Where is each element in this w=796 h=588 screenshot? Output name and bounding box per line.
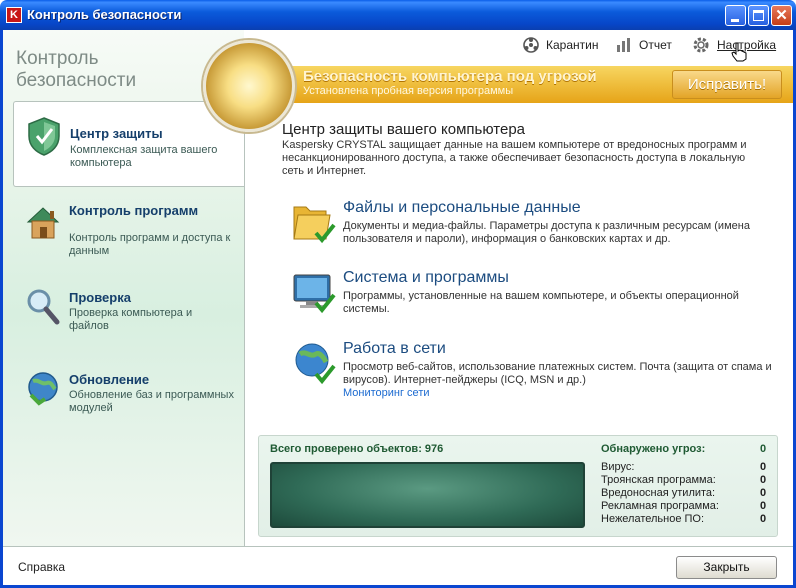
nav-desc: Комплексная защита вашего компьютера [70, 144, 218, 169]
section-title[interactable]: Система и программы [343, 269, 509, 287]
globe-check-icon [295, 343, 336, 385]
nav-title: Проверка [69, 290, 131, 305]
content-title: Центр защиты вашего компьютера [282, 121, 526, 138]
threats-title: Обнаружено угроз: [601, 443, 706, 455]
minimize-button[interactable] [725, 5, 746, 26]
close-icon: ✕ [775, 7, 788, 24]
gear-icon [693, 37, 709, 53]
help-link[interactable]: Справка [18, 560, 65, 574]
magnifier-icon [27, 289, 60, 325]
nav-desc: Проверка компьютера и файлов [69, 307, 193, 332]
scan-activity-display [270, 462, 585, 528]
nav-title: Контроль программ [69, 203, 199, 218]
section-title[interactable]: Работа в сети [343, 340, 446, 358]
fix-button[interactable]: Исправить! [672, 70, 782, 99]
threat-label: Вирус: [601, 461, 635, 473]
banner-subtitle: Установлена пробная версия программы [303, 85, 514, 97]
threat-value: 0 [760, 474, 767, 486]
title-bar[interactable]: K Контроль безопасности ✕ [0, 0, 796, 30]
window-title: Контроль безопасности [27, 7, 182, 22]
maximize-icon [753, 10, 764, 21]
panel-divider [244, 104, 245, 547]
monitor-check-icon [293, 274, 336, 314]
globe-update-icon [28, 372, 58, 406]
section-desc: Документы и медиа-файлы. Параметры досту… [343, 220, 750, 245]
threat-label: Троянская программа: [601, 474, 716, 486]
house-icon [26, 207, 60, 239]
network-monitor-link[interactable]: Мониторинг сети [343, 387, 430, 399]
biohazard-icon [523, 37, 539, 53]
maximize-button[interactable] [748, 5, 769, 26]
threat-label: Вредоносная утилита: [601, 487, 716, 499]
nav-item-protection-center[interactable]: Центр защиты Комплексная защита вашего к… [13, 101, 245, 187]
section-desc: Программы, установленные на вашем компью… [343, 290, 739, 315]
close-button[interactable]: Закрыть [676, 556, 777, 579]
kaspersky-app-icon: K [6, 7, 22, 23]
threats-total: 0 [760, 443, 767, 455]
footer-divider [3, 546, 793, 547]
threat-label: Рекламная программа: [601, 500, 719, 512]
threat-value: 0 [760, 461, 767, 473]
nav-desc: Обновление баз и программных модулей [69, 389, 234, 414]
shield-icon [28, 117, 60, 156]
close-window-button[interactable]: ✕ [771, 5, 792, 26]
nav-item-app-control[interactable]: Контроль программ Контроль программ и до… [13, 190, 245, 276]
report-icon [617, 38, 630, 52]
section-title[interactable]: Файлы и персональные данные [343, 199, 581, 217]
threat-value: 0 [760, 500, 767, 512]
minimize-icon [731, 19, 739, 22]
banner-title: Безопасность компьютера под угрозой [303, 68, 597, 85]
app-heading: Контроль безопасности [16, 48, 137, 91]
content-description: Kaspersky CRYSTAL защищает данные на ваш… [282, 139, 747, 177]
folder-check-icon [293, 206, 336, 244]
nav-item-update[interactable]: Обновление Обновление баз и программных … [13, 359, 245, 445]
nav-desc: Контроль программ и доступа к данным [69, 232, 231, 257]
report-link[interactable]: Отчет [639, 38, 672, 52]
scanned-count: Всего проверено объектов: 976 [270, 443, 444, 455]
nav-title: Обновление [69, 372, 150, 387]
nav-title: Центр защиты [70, 126, 163, 141]
status-orb-icon [203, 40, 295, 132]
threat-value: 0 [760, 487, 767, 499]
threat-label: Нежелательное ПО: [601, 513, 705, 525]
section-desc: Просмотр веб-сайтов, использование плате… [343, 361, 772, 386]
threat-value: 0 [760, 513, 767, 525]
hand-cursor-icon [731, 42, 747, 62]
nav-item-scan[interactable]: Проверка Проверка компьютера и файлов [13, 277, 245, 363]
quarantine-link[interactable]: Карантин [546, 38, 598, 52]
